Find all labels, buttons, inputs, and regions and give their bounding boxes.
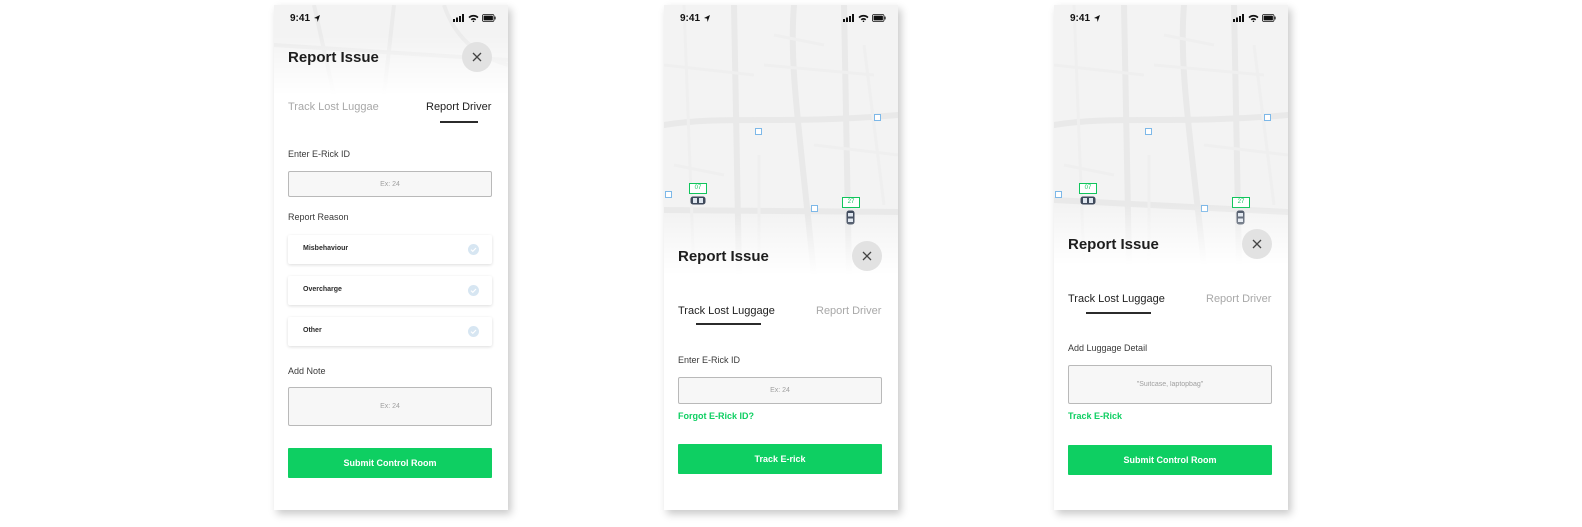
active-tab-indicator xyxy=(440,121,478,123)
cellular-signal-icon xyxy=(1233,14,1244,22)
track-erick-button[interactable]: Track E-rick xyxy=(678,444,882,474)
forgot-erick-id-link[interactable]: Forgot E-Rick ID? xyxy=(678,411,754,421)
map-poi-icon xyxy=(1264,114,1271,121)
reason-option-overcharge[interactable]: Overcharge xyxy=(288,276,492,305)
reason-option-label: Misbehaviour xyxy=(303,245,349,252)
reason-option-misbehaviour[interactable]: Misbehaviour xyxy=(288,235,492,264)
reason-option-label: Other xyxy=(303,327,322,334)
submit-control-room-button[interactable]: Submit Control Room xyxy=(1068,445,1272,475)
close-button[interactable] xyxy=(1242,229,1272,259)
close-button[interactable] xyxy=(852,241,882,271)
reason-option-other[interactable]: Other xyxy=(288,317,492,346)
map-poi-icon xyxy=(1055,191,1062,198)
wifi-icon xyxy=(858,14,869,22)
close-icon xyxy=(862,251,872,261)
battery-icon xyxy=(1262,14,1276,22)
location-arrow-icon xyxy=(314,15,320,22)
erick-id-field[interactable] xyxy=(288,171,492,197)
map-poi-icon xyxy=(874,114,881,121)
status-bar: 9:41 xyxy=(274,5,508,31)
check-circle-icon xyxy=(468,326,479,337)
note-input[interactable] xyxy=(289,388,491,425)
location-arrow-icon xyxy=(1094,15,1100,22)
erick-id-label: Enter E-Rick ID xyxy=(288,149,351,159)
add-note-label: Add Note xyxy=(288,366,326,376)
erick-marker-label: 27 xyxy=(842,197,860,208)
status-time: 9:41 xyxy=(290,13,311,24)
status-time: 9:41 xyxy=(1070,13,1091,24)
luggage-detail-input[interactable] xyxy=(1069,366,1271,403)
tab-track-lost-luggage[interactable]: Track Lost Luggage xyxy=(678,305,775,317)
map-poi-icon xyxy=(755,128,762,135)
check-circle-icon xyxy=(468,244,479,255)
track-erick-link[interactable]: Track E-Rick xyxy=(1068,411,1122,421)
tab-report-driver[interactable]: Report Driver xyxy=(816,305,881,317)
report-reason-label: Report Reason xyxy=(288,212,349,222)
car-icon xyxy=(1080,196,1096,205)
tab-track-lost-luggage[interactable]: Track Lost Luggage xyxy=(1068,293,1165,305)
submit-control-room-button[interactable]: Submit Control Room xyxy=(288,448,492,478)
status-bar: 9:41 xyxy=(664,5,898,31)
close-icon xyxy=(1252,239,1262,249)
active-tab-indicator xyxy=(696,323,761,325)
page-title: Report Issue xyxy=(678,248,769,265)
map-poi-icon xyxy=(811,205,818,212)
map-poi-icon xyxy=(1145,128,1152,135)
map-poi-icon xyxy=(665,191,672,198)
luggage-detail-field[interactable] xyxy=(1068,365,1272,404)
phone-report-driver: 9:41 Report Issue Track Lost Luggae Repo… xyxy=(274,5,508,510)
tab-track-lost-luggage[interactable]: Track Lost Luggae xyxy=(288,101,379,113)
tab-report-driver[interactable]: Report Driver xyxy=(426,101,491,113)
tab-report-driver[interactable]: Report Driver xyxy=(1206,293,1271,305)
battery-icon xyxy=(482,14,496,22)
erick-id-input[interactable] xyxy=(289,172,491,196)
page-title: Report Issue xyxy=(288,49,379,66)
reason-option-label: Overcharge xyxy=(303,286,342,293)
phone-track-erick: 07 27 9:41 Report Issue Track Lost Lugga… xyxy=(664,5,898,510)
wifi-icon xyxy=(1248,14,1259,22)
car-icon xyxy=(690,196,706,205)
status-bar: 9:41 xyxy=(1054,5,1288,31)
phone-luggage-detail: 07 27 9:41 Report Issue Track Lost Lugga… xyxy=(1054,5,1288,510)
erick-marker-label: 07 xyxy=(689,183,707,194)
luggage-detail-label: Add Luggage Detail xyxy=(1068,343,1148,353)
location-arrow-icon xyxy=(704,15,710,22)
close-icon xyxy=(472,52,482,62)
erick-id-field[interactable] xyxy=(678,377,882,404)
erick-id-label: Enter E-Rick ID xyxy=(678,355,741,365)
active-tab-indicator xyxy=(1086,312,1151,314)
cellular-signal-icon xyxy=(843,14,854,22)
page-title: Report Issue xyxy=(1068,236,1159,253)
status-time: 9:41 xyxy=(680,13,701,24)
battery-icon xyxy=(872,14,886,22)
map-background[interactable]: 07 27 xyxy=(664,5,898,275)
cellular-signal-icon xyxy=(453,14,464,22)
check-circle-icon xyxy=(468,285,479,296)
erick-marker-label: 07 xyxy=(1079,183,1097,194)
note-field[interactable] xyxy=(288,387,492,426)
close-button[interactable] xyxy=(462,42,492,72)
map-background[interactable]: 07 27 xyxy=(1054,5,1288,265)
wifi-icon xyxy=(468,14,479,22)
erick-id-input[interactable] xyxy=(679,378,881,403)
